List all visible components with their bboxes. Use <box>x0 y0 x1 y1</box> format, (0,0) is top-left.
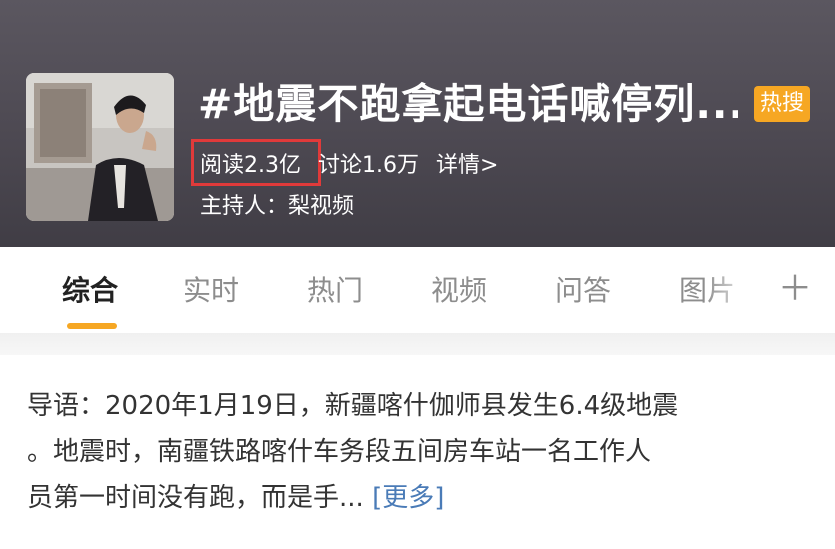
topic-intro: 导语：2020年1月19日，新疆喀什伽师县发生6.4级地震 。地震时，南疆铁路喀… <box>27 383 827 521</box>
topic-thumbnail[interactable] <box>26 73 174 221</box>
intro-line-text: 员第一时间没有跑，而是手... <box>27 483 364 513</box>
tab-video[interactable]: 视频 <box>431 271 487 311</box>
topic-stats: 阅读2.3亿 讨论1.6万 详情> <box>200 149 508 183</box>
read-count: 阅读2.3亿 <box>200 153 301 178</box>
active-tab-indicator <box>67 323 117 329</box>
tab-qa[interactable]: 问答 <box>555 271 611 311</box>
more-link[interactable]: [更多] <box>372 483 444 513</box>
intro-line: 导语：2020年1月19日，新疆喀什伽师县发生6.4级地震 <box>27 391 679 421</box>
plus-icon[interactable]: ＋ <box>778 267 812 311</box>
tab-bar: 综合 实时 热门 视频 问答 图片 ＋ <box>0 247 835 333</box>
tab-overflow-fade <box>705 267 765 317</box>
intro-line: 员第一时间没有跑，而是手... [更多] <box>27 475 827 521</box>
tab-realtime[interactable]: 实时 <box>183 271 239 311</box>
intro-line: 。地震时，南疆铁路喀什车务段五间房车站一名工作人 <box>27 437 652 467</box>
topic-host: 主持人：梨视频 <box>200 194 355 219</box>
tab-popular[interactable]: 热门 <box>307 271 363 311</box>
video-still-image <box>26 73 174 221</box>
topic-title: #地震不跑拿起电话喊停列... <box>198 80 738 128</box>
section-divider <box>0 333 835 355</box>
topic-header: #地震不跑拿起电话喊停列... 热搜 阅读2.3亿 讨论1.6万 详情> 主持人… <box>0 0 835 247</box>
hot-search-badge: 热搜 <box>754 86 810 122</box>
discussion-count: 讨论1.6万 <box>318 153 419 178</box>
details-link[interactable]: 详情> <box>436 153 498 178</box>
tab-comprehensive[interactable]: 综合 <box>62 271 118 311</box>
